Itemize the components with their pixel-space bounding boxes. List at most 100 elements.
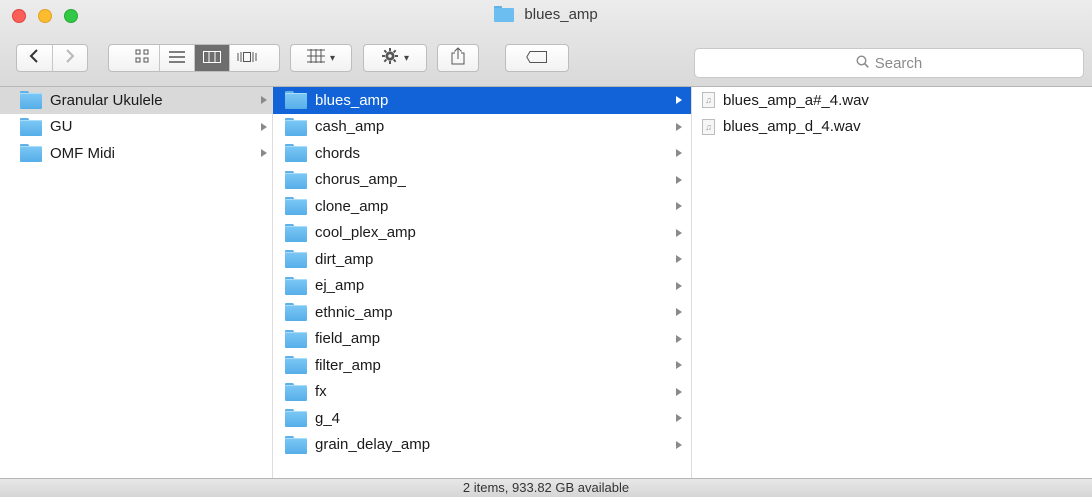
- folder-icon: [285, 223, 307, 242]
- folder-icon: [285, 144, 307, 163]
- folder-icon: [285, 117, 307, 136]
- disclosure-arrow-icon: [261, 122, 267, 131]
- tag-button[interactable]: [505, 44, 569, 72]
- list-item[interactable]: grain_delay_amp: [273, 432, 691, 459]
- share-icon: [450, 47, 466, 69]
- item-label: dirt_amp: [315, 250, 374, 268]
- disclosure-arrow-icon: [676, 414, 682, 422]
- title-toolbar-area: blues_amp ▾ ▾ Search: [0, 0, 1092, 87]
- item-label: field_amp: [315, 330, 381, 348]
- item-label: g_4: [315, 409, 341, 427]
- list-item[interactable]: ethnic_amp: [273, 299, 691, 326]
- item-label: grain_delay_amp: [315, 436, 431, 454]
- disclosure-arrow-icon: [676, 228, 682, 237]
- file-item[interactable]: ♫ blues_amp_a#_4.wav: [692, 87, 1092, 114]
- window-title-container: blues_amp: [0, 4, 1092, 29]
- icon-view-button[interactable]: [124, 45, 159, 71]
- gear-icon: [381, 47, 399, 69]
- column-3: ♫ blues_amp_a#_4.wav ♫ blues_amp_d_4.wav: [692, 87, 1092, 478]
- list-item-blues-amp[interactable]: blues_amp: [273, 87, 691, 114]
- list-item[interactable]: filter_amp: [273, 352, 691, 379]
- disclosure-arrow-icon: [676, 149, 682, 157]
- chevron-left-icon: [29, 49, 39, 67]
- item-label: chorus_amp_: [315, 171, 406, 189]
- item-label: fx: [315, 383, 327, 401]
- disclosure-arrow-icon: [676, 361, 682, 369]
- search-icon: [856, 54, 869, 72]
- folder-icon: [20, 91, 42, 110]
- item-label: cash_amp: [315, 118, 385, 136]
- icon-view-icon: [135, 49, 149, 67]
- column-1: Granular Ukulele GU OMF Midi: [0, 87, 273, 478]
- disclosure-arrow-icon: [676, 202, 682, 210]
- list-item[interactable]: cash_amp: [273, 114, 691, 141]
- view-mode-group: [108, 44, 280, 72]
- disclosure-arrow-icon: [261, 149, 267, 157]
- list-item[interactable]: chords: [273, 140, 691, 167]
- item-label: clone_amp: [315, 197, 389, 215]
- folder-icon: [285, 329, 307, 348]
- back-forward-group: [16, 44, 88, 72]
- item-label: GU: [50, 118, 73, 136]
- list-item-omf-midi[interactable]: OMF Midi: [0, 140, 272, 167]
- list-item[interactable]: ej_amp: [273, 273, 691, 300]
- disclosure-arrow-icon: [676, 334, 682, 343]
- list-item[interactable]: chorus_amp_: [273, 167, 691, 194]
- folder-icon: [285, 91, 307, 110]
- folder-icon: [285, 382, 307, 401]
- folder-icon: [285, 197, 307, 216]
- folder-icon: [285, 303, 307, 322]
- status-text: 2 items, 933.82 GB available: [462, 480, 630, 495]
- disclosure-arrow-icon: [676, 281, 682, 290]
- finder-window: blues_amp ▾ ▾ Search Granular Ukulele GU…: [0, 0, 1092, 497]
- audio-file-icon: ♫: [702, 118, 715, 135]
- item-label: blues_amp_d_4.wav: [723, 118, 861, 136]
- folder-icon: [285, 356, 307, 375]
- column-view-button[interactable]: [194, 45, 229, 71]
- list-view-icon: [169, 50, 185, 67]
- disclosure-arrow-icon: [676, 96, 682, 104]
- action-button[interactable]: ▾: [363, 44, 427, 72]
- item-label: OMF Midi: [50, 144, 115, 162]
- list-item[interactable]: clone_amp: [273, 193, 691, 220]
- forward-button[interactable]: [51, 45, 87, 71]
- list-item-granular-ukulele[interactable]: Granular Ukulele: [0, 87, 272, 114]
- item-label: filter_amp: [315, 356, 381, 374]
- disclosure-arrow-icon: [676, 387, 682, 396]
- disclosure-arrow-icon: [676, 175, 682, 184]
- item-label: blues_amp_a#_4.wav: [723, 91, 869, 109]
- item-label: cool_plex_amp: [315, 224, 416, 242]
- search-field[interactable]: Search: [694, 48, 1084, 78]
- list-item[interactable]: dirt_amp: [273, 246, 691, 273]
- chevron-down-icon: ▾: [329, 52, 336, 64]
- back-button[interactable]: [17, 45, 52, 71]
- list-item-gu[interactable]: GU: [0, 114, 272, 141]
- list-item[interactable]: cool_plex_amp: [273, 220, 691, 247]
- disclosure-arrow-icon: [676, 440, 682, 449]
- list-item[interactable]: g_4: [273, 405, 691, 432]
- folder-icon: [285, 409, 307, 428]
- list-item[interactable]: field_amp: [273, 326, 691, 353]
- folder-icon: [285, 435, 307, 454]
- folder-icon: [285, 170, 307, 189]
- folder-icon: [494, 6, 515, 29]
- cover-flow-icon: [237, 50, 257, 67]
- item-label: ej_amp: [315, 277, 365, 295]
- chevron-right-icon: [65, 49, 75, 67]
- list-view-button[interactable]: [159, 45, 194, 71]
- disclosure-arrow-icon: [676, 308, 682, 316]
- list-item[interactable]: fx: [273, 379, 691, 406]
- status-bar: 2 items, 933.82 GB available: [0, 478, 1092, 497]
- file-item[interactable]: ♫ blues_amp_d_4.wav: [692, 114, 1092, 141]
- item-label: Granular Ukulele: [50, 91, 163, 109]
- search-placeholder: Search: [874, 54, 923, 72]
- cover-flow-button[interactable]: [229, 45, 264, 71]
- folder-icon: [285, 250, 307, 269]
- folder-icon: [20, 117, 42, 136]
- window-title: blues_amp: [524, 6, 598, 23]
- column-view-icon: [203, 50, 221, 67]
- item-label: chords: [315, 144, 361, 162]
- arrange-button[interactable]: ▾: [290, 44, 352, 72]
- folder-icon: [285, 276, 307, 295]
- share-button[interactable]: [437, 44, 479, 72]
